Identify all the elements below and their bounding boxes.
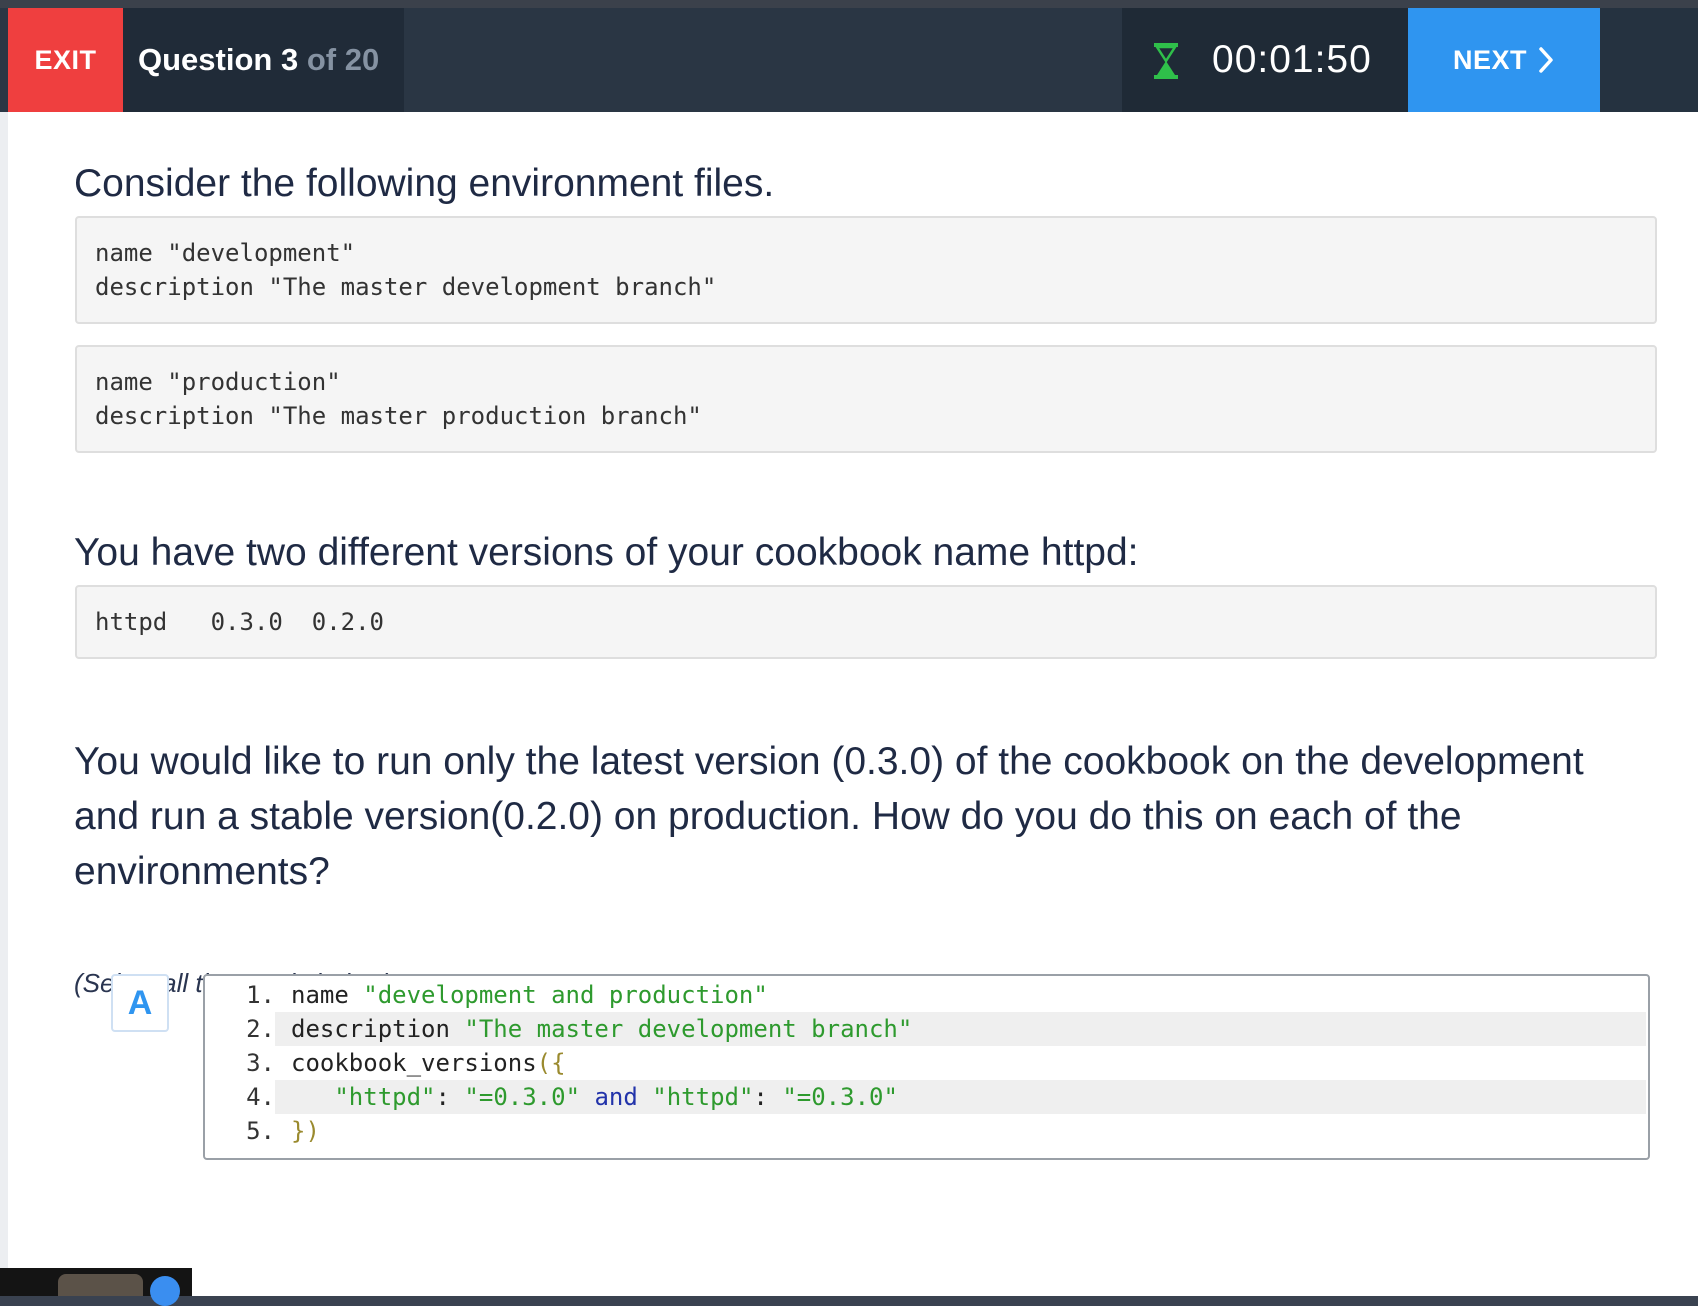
question-counter: Question 3 of 20 — [123, 8, 404, 112]
question-number: Question 3 — [138, 42, 299, 77]
window-top-edge — [0, 0, 1698, 8]
code-text: "httpd": "=0.3.0" and "httpd": "=0.3.0" — [275, 1080, 1646, 1114]
question-intro: Consider the following environment files… — [74, 162, 775, 205]
code-line: 4. "httpd": "=0.3.0" and "httpd": "=0.3.… — [205, 1080, 1648, 1114]
line-number: 5. — [246, 1117, 275, 1145]
code-text: }) — [291, 1117, 320, 1145]
code-line: name "development" — [95, 239, 356, 267]
timer: 00:01:50 — [1122, 8, 1408, 112]
next-label: NEXT — [1452, 44, 1527, 75]
question-total: of 20 — [306, 42, 380, 77]
code-block-versions: httpd 0.3.0 0.2.0 — [75, 585, 1657, 659]
hourglass-icon — [1154, 43, 1178, 79]
code-line: name "production" — [95, 368, 341, 396]
code-line: httpd 0.3.0 0.2.0 — [95, 608, 384, 636]
webcam-face — [58, 1274, 143, 1296]
code-text: description "The master development bran… — [275, 1012, 1646, 1046]
code-line: 3. cookbook_versions({ — [205, 1046, 1648, 1080]
quiz-header: EXIT Question 3 of 20 00:01:50 NEXT — [0, 8, 1698, 112]
code-text: cookbook_versions({ — [291, 1049, 566, 1077]
timer-text: 00:01:50 — [1212, 38, 1372, 81]
code-line: 5. }) — [205, 1114, 1648, 1148]
code-line: 2. description "The master development b… — [205, 1012, 1648, 1046]
line-number: 3. — [246, 1049, 275, 1077]
header-filler — [1600, 8, 1698, 112]
code-line: 1. name "development and production" — [205, 978, 1648, 1012]
code-line: description "The master development bran… — [95, 273, 717, 301]
chevron-right-icon — [1539, 47, 1553, 73]
code-block-development: name "development" description "The maste… — [75, 216, 1657, 324]
code-block-production: name "production" description "The master… — [75, 345, 1657, 453]
question-prompt: You would like to run only the latest ve… — [74, 740, 1584, 893]
next-button[interactable]: NEXT — [1408, 8, 1600, 112]
versions-intro: You have two different versions of your … — [74, 531, 1139, 574]
option-a-code[interactable]: 1. name "development and production" 2. … — [203, 974, 1650, 1160]
line-number: 4. — [246, 1083, 275, 1111]
code-line: description "The master production branc… — [95, 402, 702, 430]
line-number: 1. — [246, 981, 275, 1009]
webcam-thumbnail — [0, 1268, 192, 1306]
webcam-badge-icon — [150, 1276, 180, 1306]
option-a-checkbox[interactable]: A — [111, 974, 169, 1032]
code-text: name "development and production" — [291, 981, 768, 1009]
exit-button[interactable]: EXIT — [8, 8, 123, 112]
line-number: 2. — [246, 1015, 275, 1043]
left-edge — [0, 112, 8, 1296]
